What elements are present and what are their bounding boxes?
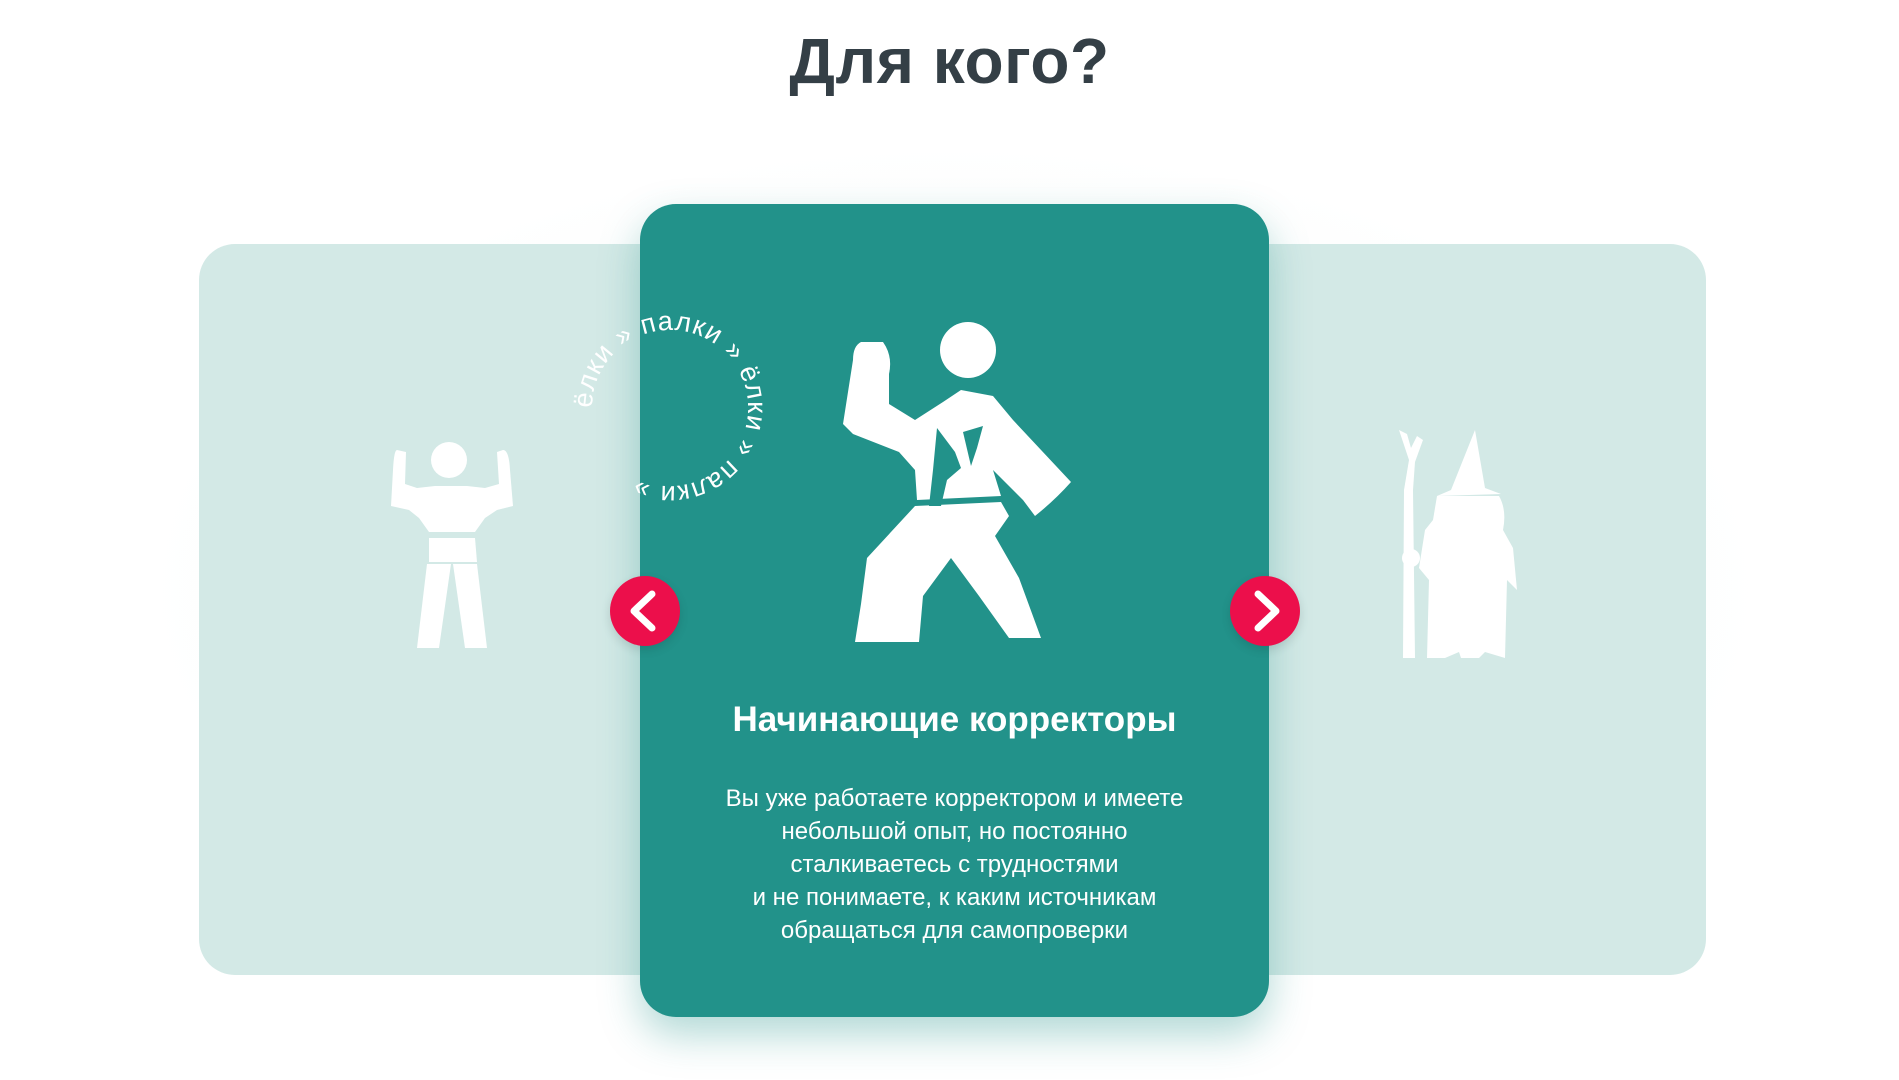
chevron-right-icon [1254,590,1280,632]
card-description-line: небольшой опыт, но постоянно [781,818,1128,845]
card-description: Вы уже работаете корректором и имеете не… [680,782,1229,947]
karate-person-icon [843,320,1073,646]
chevron-left-icon [630,590,656,632]
strong-person-icon [389,440,514,650]
card-description-line: Вы уже работаете корректором и имеете [725,785,1184,812]
next-button[interactable] [1230,576,1300,646]
stamp-text: ёлки » палки » ёлки » палки » [568,306,772,510]
wizard-icon [1389,430,1519,658]
prev-button[interactable] [610,576,680,646]
card-title: Начинающие корректоры [732,700,1177,739]
card-description-line: и не понимаете, к каким источникам [752,884,1157,911]
card-description-line: сталкиваетесь с трудностями [790,851,1119,878]
card-description-line: обращаться для самопроверки [780,917,1129,944]
section-title: Для кого? [789,25,1110,97]
circular-stamp: ёлки » палки » ёлки » палки » [568,306,772,510]
